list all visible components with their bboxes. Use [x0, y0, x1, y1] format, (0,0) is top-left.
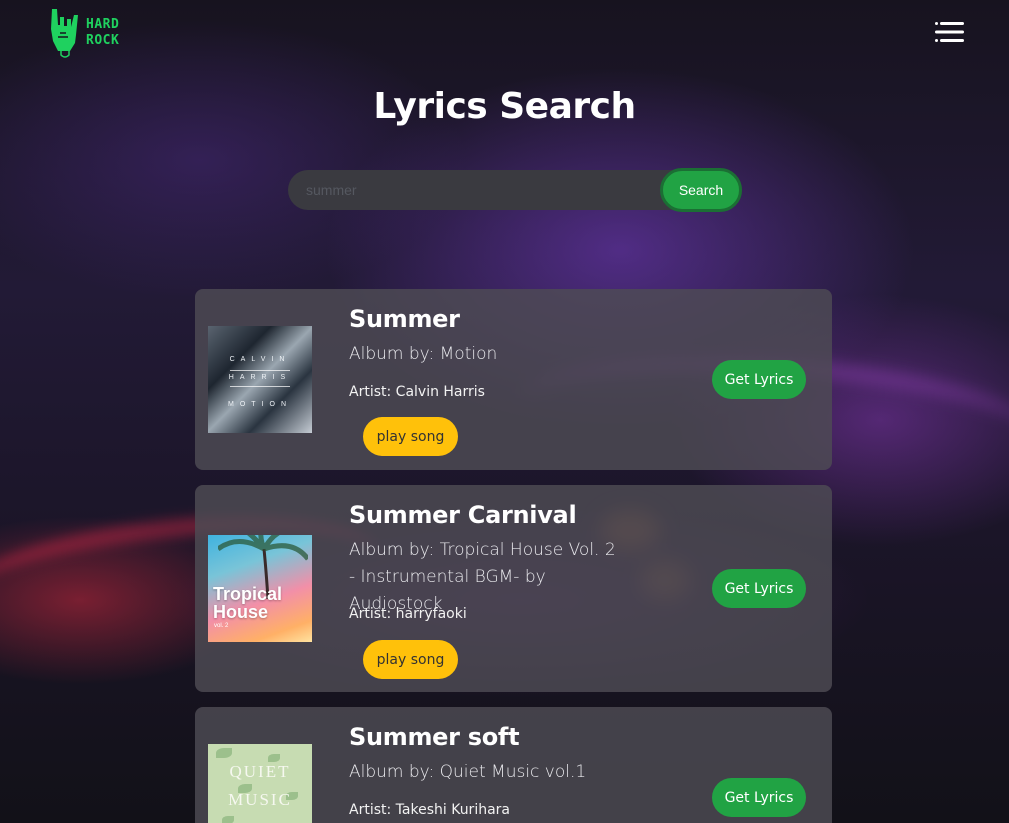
page-title: Lyrics Search	[373, 86, 636, 127]
logo-text-line-1: HARD	[86, 17, 120, 32]
rock-hand-icon	[51, 9, 78, 58]
album-cover: Tropical House vol. 2	[208, 535, 312, 642]
song-title: Summer	[349, 305, 460, 333]
album-cover: CALVIN HARRIS MOTION	[208, 326, 312, 433]
artist-name: Artist: Takeshi Kurihara	[349, 802, 510, 818]
cover-text: HARRIS	[228, 374, 292, 381]
cover-subtext: vol. 2	[214, 623, 229, 629]
cover-text: MOTION	[228, 401, 292, 408]
play-song-button[interactable]: play song	[363, 640, 458, 679]
get-lyrics-button[interactable]: Get Lyrics	[712, 778, 806, 817]
hard-rock-logo[interactable]: HARD ROCK	[48, 6, 130, 60]
album-cover: QUIET MUSIC	[208, 744, 312, 823]
artist-name: Artist: Calvin Harris	[349, 384, 485, 400]
hamburger-menu-icon	[935, 22, 964, 42]
song-card: CALVIN HARRIS MOTION Summer Album by: Mo…	[195, 289, 832, 470]
play-song-button[interactable]: play song	[363, 417, 458, 456]
search-input[interactable]	[288, 170, 658, 210]
song-card: Tropical House vol. 2 Summer Carnival Al…	[195, 485, 832, 692]
album-name: Album by: Quiet Music vol.1	[349, 762, 587, 782]
cover-text: MUSIC	[228, 790, 292, 809]
song-title: Summer Carnival	[349, 501, 577, 529]
header: HARD ROCK	[0, 0, 1009, 66]
logo-text-line-2: ROCK	[86, 33, 120, 48]
cover-text: CALVIN	[229, 356, 291, 363]
cover-text: QUIET	[229, 762, 291, 781]
cover-text-line: Tropical	[213, 584, 283, 604]
song-title: Summer soft	[349, 723, 520, 751]
get-lyrics-button[interactable]: Get Lyrics	[712, 360, 806, 399]
song-card: QUIET MUSIC Summer soft Album by: Quiet …	[195, 707, 832, 823]
menu-button[interactable]	[934, 20, 964, 44]
album-name: Album by: Motion	[349, 344, 498, 364]
logo-text: HARD ROCK	[86, 17, 119, 49]
get-lyrics-button[interactable]: Get Lyrics	[712, 569, 806, 608]
search-button[interactable]: Search	[660, 168, 742, 212]
cover-text-line: House	[213, 602, 269, 622]
cover-text: Tropical House	[213, 585, 282, 621]
artist-name: Artist: harryfaoki	[349, 606, 467, 622]
